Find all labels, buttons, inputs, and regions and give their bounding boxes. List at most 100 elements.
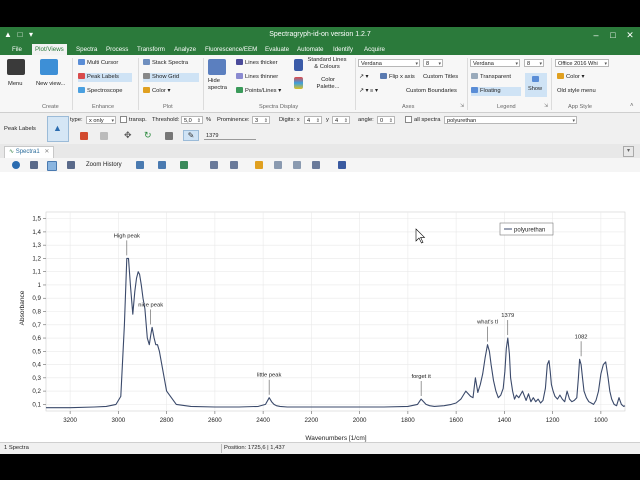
app-color-button[interactable]: Color ▾: [557, 73, 584, 82]
new-view-button[interactable]: New view...: [36, 80, 65, 89]
color-palette-button[interactable]: Color Palette...: [313, 77, 343, 91]
zoom-box-icon[interactable]: [47, 161, 57, 171]
color-palette-icon[interactable]: [294, 77, 303, 89]
spectroscope-button[interactable]: Spectroscope: [78, 87, 122, 96]
axis-options-icon[interactable]: ↗ ▾: [359, 73, 368, 82]
delete-label-icon[interactable]: [80, 132, 88, 140]
app-style-select[interactable]: Office 2016 Whi ▾: [555, 59, 609, 67]
refresh-icon[interactable]: ↻: [144, 130, 152, 141]
peak-labels-button[interactable]: Peak Labels: [78, 73, 132, 82]
minimize-button[interactable]: –: [590, 29, 602, 41]
normalize-icon[interactable]: [180, 161, 188, 169]
lines-thinner-button[interactable]: Lines thinner: [236, 73, 278, 82]
group-label-plot: Plot: [163, 104, 173, 110]
menu-bar: File Plot/Views Spectra Process Transfor…: [0, 44, 640, 55]
group-label-spectra-display: Spectra Display: [259, 104, 299, 110]
copy-view-icon[interactable]: [210, 161, 218, 169]
copy-image-icon[interactable]: [274, 161, 282, 169]
peak-label: what's tl: [476, 320, 498, 326]
axes-dialog-launcher-icon[interactable]: ⇲: [460, 102, 464, 111]
tab-spectra1[interactable]: ∿ Spectra1 ✕: [4, 146, 55, 158]
peak-type-select[interactable]: x only ▾: [86, 116, 116, 124]
axes-font-size-select[interactable]: 8 ▾: [423, 59, 443, 67]
peak-label-text-input[interactable]: 1379: [204, 132, 256, 140]
menu-analyze[interactable]: Analyze: [171, 44, 199, 55]
tab-list-dropdown-icon[interactable]: ▾: [623, 146, 634, 157]
axes-font-select[interactable]: Verdana ▾: [358, 59, 420, 67]
spectrum-plot[interactable]: 3200 3000 2800 2600 2400 2200 2000 1800 1600 1400…: [0, 172, 640, 442]
standard-lines-icon[interactable]: [294, 59, 303, 71]
color-button[interactable]: Color ▾: [143, 87, 170, 96]
legend-dialog-launcher-icon[interactable]: ⇲: [544, 102, 548, 111]
custom-boundaries-button[interactable]: Custom Boundaries: [406, 87, 457, 96]
menu-process[interactable]: Process: [103, 44, 131, 55]
flip-x-axis-button[interactable]: Flip x axis: [380, 73, 415, 82]
close-button[interactable]: ✕: [624, 29, 636, 41]
zoom-history-button[interactable]: Zoom History: [86, 160, 122, 170]
prominence-input[interactable]: 3 ⇕: [252, 116, 270, 124]
show-grid-button[interactable]: Show Grid: [143, 73, 199, 82]
legend-font-select[interactable]: Verdana ▾: [470, 59, 520, 67]
multi-cursor-button[interactable]: Multi Cursor: [78, 59, 118, 68]
edit-label-pencil-icon[interactable]: ✎: [183, 130, 199, 141]
print-icon[interactable]: [293, 161, 301, 169]
zoom-in-icon[interactable]: [30, 161, 38, 169]
menu-button-label[interactable]: Menu: [8, 80, 23, 89]
hide-spectra-button[interactable]: Hide spectra: [208, 78, 228, 94]
x-scale-icon[interactable]: [158, 161, 166, 169]
spectrum-chart-svg[interactable]: 3200 3000 2800 2600 2400 2200 2000 1800 1600 1400…: [0, 172, 640, 442]
peak-label: 1379: [501, 313, 514, 319]
y-tick-label: 0,7: [32, 322, 41, 329]
x-tick-label: 3200: [63, 417, 77, 424]
y-scale-icon[interactable]: [136, 161, 144, 169]
new-view-icon[interactable]: [40, 59, 58, 75]
transparent-checkbox[interactable]: transp.: [120, 116, 147, 124]
menu-automate[interactable]: Automate: [294, 44, 326, 55]
custom-titles-button[interactable]: Custom Titles: [423, 73, 458, 82]
standard-lines-button[interactable]: Standard Lines & Colours: [305, 57, 349, 71]
legend-font-size-select[interactable]: 8 ▾: [524, 59, 544, 67]
settings-icon[interactable]: [165, 132, 173, 140]
menu-evaluate[interactable]: Evaluate: [262, 44, 292, 55]
floating-button[interactable]: Floating: [471, 87, 521, 96]
menu-acquire[interactable]: Acquire: [361, 44, 388, 55]
move-label-icon[interactable]: ✥: [124, 130, 132, 141]
stack-spectra-button[interactable]: Stack Spectra: [143, 59, 188, 68]
axis-style-icon[interactable]: ↗ ▾ ≡ ▾: [359, 87, 378, 96]
menu-transform[interactable]: Transform: [134, 44, 168, 55]
menu-identify[interactable]: Identify: [330, 44, 356, 55]
angle-input[interactable]: 0 ⇕: [377, 116, 395, 124]
menu-file[interactable]: File: [9, 44, 25, 55]
info-icon[interactable]: [12, 161, 20, 169]
spectrum-select[interactable]: polyurethan ▾: [444, 116, 577, 124]
search-icon[interactable]: [312, 161, 320, 169]
threshold-input[interactable]: 5,0 ⇕: [181, 116, 203, 124]
menu-fluorescence[interactable]: Fluorescence/EEM: [202, 44, 260, 55]
digits-y-input[interactable]: 4 ⇕: [332, 116, 350, 124]
export-image-icon[interactable]: [255, 161, 263, 169]
chart-legend[interactable]: polyurethan: [499, 222, 554, 236]
points-lines-button[interactable]: Points/Lines ▾: [236, 87, 281, 96]
old-style-menu-button[interactable]: Old style menu: [557, 87, 596, 96]
hamburger-menu-icon[interactable]: [7, 59, 25, 75]
paste-view-icon[interactable]: [230, 161, 238, 169]
digits-x-input[interactable]: 4 ⇕: [304, 116, 322, 124]
hide-spectra-icon[interactable]: [208, 59, 226, 75]
peak-labels-icon: [78, 73, 85, 80]
all-spectra-checkbox[interactable]: all spectra: [405, 116, 440, 124]
maximize-button[interactable]: □: [607, 29, 619, 41]
series-line-polyurethan: [46, 257, 626, 409]
eraser-icon[interactable]: [100, 132, 108, 140]
x-tick-label: 2800: [160, 417, 174, 424]
menu-spectra[interactable]: Spectra: [73, 44, 100, 55]
zoom-fit-icon[interactable]: [67, 161, 75, 169]
floating-icon: [471, 87, 478, 94]
spectrum-tab-icon: ∿: [9, 149, 15, 155]
show-legend-button[interactable]: Show: [525, 73, 547, 97]
lines-thicker-button[interactable]: Lines thicker: [236, 59, 278, 68]
transparent-button[interactable]: Transparent: [471, 73, 511, 82]
collapse-ribbon-icon[interactable]: ˄: [630, 102, 634, 111]
layout-icon[interactable]: [338, 161, 346, 169]
menu-plot-views[interactable]: Plot/Views: [32, 44, 67, 55]
close-tab-icon[interactable]: ✕: [44, 149, 49, 155]
